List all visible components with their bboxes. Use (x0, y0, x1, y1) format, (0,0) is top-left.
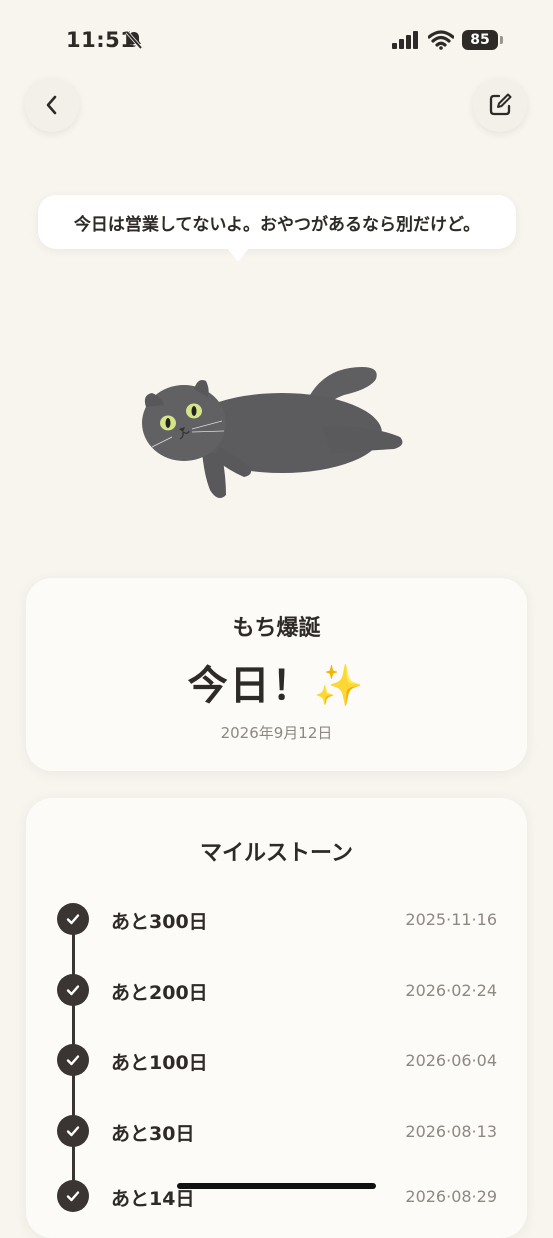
check-icon (57, 1044, 89, 1076)
battery-tip (500, 36, 503, 44)
milestone-label: あと200日 (111, 982, 208, 1004)
chevron-left-icon (46, 95, 57, 115)
speech-bubble-tail (227, 248, 249, 262)
speech-bubble-text: 今日は営業してないよ。おやつがあるなら別だけど。 (73, 214, 481, 235)
milestone-date: 2026·08·13 (405, 1122, 497, 1141)
back-button[interactable] (25, 78, 79, 132)
edit-icon (489, 93, 512, 116)
milestone-title: マイルストーン (200, 841, 353, 866)
check-icon (57, 1180, 89, 1212)
battery-icon: 85 (462, 30, 498, 50)
milestone-date: 2026·08·29 (405, 1187, 497, 1206)
check-icon (57, 974, 89, 1006)
check-icon (57, 1115, 89, 1147)
birthday-label: もち爆誕 (232, 616, 321, 641)
wifi-icon (427, 30, 455, 54)
check-icon (57, 903, 89, 935)
milestone-date: 2026·02·24 (405, 981, 497, 1000)
milestone-label: あと100日 (111, 1052, 208, 1074)
milestone-date: 2026·06·04 (405, 1051, 497, 1070)
milestone-label: あと300日 (111, 911, 208, 933)
birthday-countdown: 今日！✨ (187, 663, 366, 709)
milestone-date: 2025·11·16 (405, 910, 497, 929)
status-bar: 11:51 85 (0, 0, 553, 70)
birthday-date: 2026年9月12日 (220, 724, 333, 742)
cat-illustration (132, 355, 412, 519)
edit-button[interactable] (473, 78, 527, 132)
speech-bubble: 今日は営業してないよ。おやつがあるなら別だけど。 (38, 195, 516, 249)
signal-icon (392, 31, 420, 53)
home-indicator[interactable] (177, 1183, 376, 1189)
bell-slash-icon (124, 30, 144, 54)
milestone-label: あと30日 (111, 1123, 195, 1145)
